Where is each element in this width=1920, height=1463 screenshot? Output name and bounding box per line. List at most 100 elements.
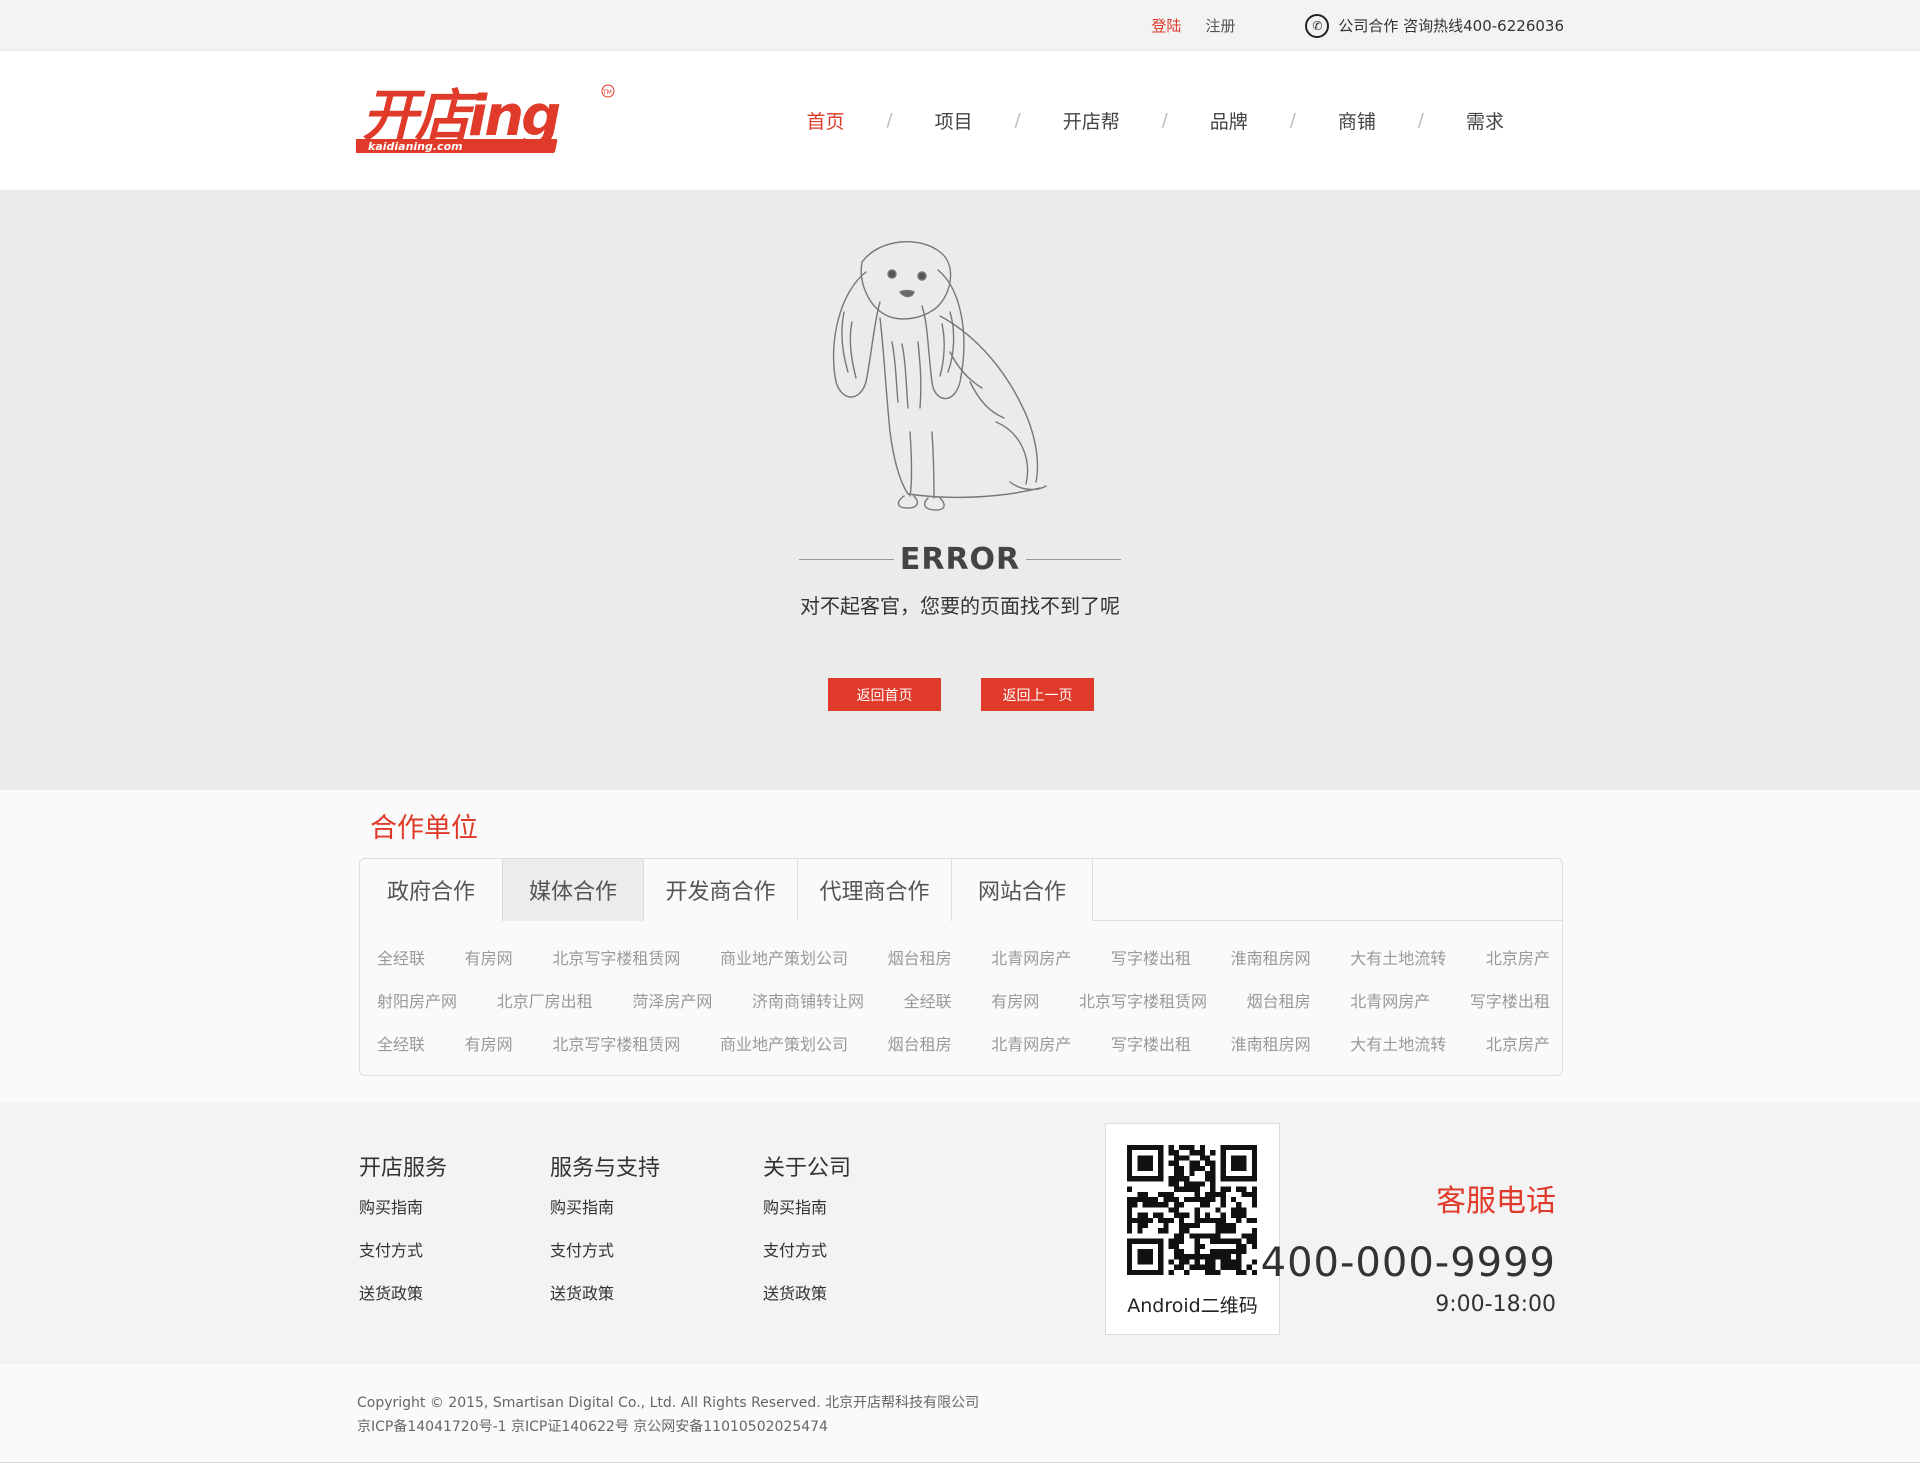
footer-link[interactable]: 送货政策 [359,1280,447,1323]
nav-separator: / [1161,110,1168,131]
register-link[interactable]: 注册 [1205,15,1235,36]
service-hours: 9:00-18:00 [1435,1292,1556,1317]
footer-link[interactable]: 购买指南 [763,1194,851,1237]
partner-link[interactable]: 烟台租房 [1247,988,1311,1012]
main-nav: 首页 / 项目 / 开店帮 / 品牌 / 商铺 / 需求 [787,107,1524,134]
site-logo[interactable]: 开店ing kaidianing.com TM [356,81,616,161]
nav-item-brands[interactable]: 品牌 [1190,107,1268,134]
partner-link[interactable]: 北青网房产 [991,945,1071,969]
copyright-bar: Copyright © 2015, Smartisan Digital Co.,… [0,1364,1920,1463]
nav-item-shops[interactable]: 商铺 [1318,107,1396,134]
tab-developer[interactable]: 开发商合作 [644,859,798,921]
footer-link[interactable]: 支付方式 [359,1237,447,1280]
footer-link[interactable]: 送货政策 [550,1280,660,1323]
qr-label: Android二维码 [1127,1295,1258,1317]
partners-title: 合作单位 [370,813,478,844]
nav-item-kaidianbang[interactable]: 开店帮 [1043,107,1140,134]
partner-link[interactable]: 北青网房产 [991,1031,1071,1055]
partner-link[interactable]: 写字楼出租 [1470,988,1550,1012]
divider [1026,558,1121,560]
partner-link[interactable]: 淮南租房网 [1231,1031,1311,1055]
footer-column-support: 服务与支持 购买指南 支付方式 送货政策 [550,1150,660,1323]
footer-column-about: 关于公司 购买指南 支付方式 送货政策 [763,1150,851,1323]
dog-illustration [832,240,1047,511]
svg-text:TM: TM [602,89,612,96]
partner-link[interactable]: 北京厂房出租 [497,988,593,1012]
partner-link[interactable]: 北青网房产 [1350,988,1430,1012]
footer-column-title: 开店服务 [359,1156,448,1181]
top-bar: 登陆 注册 ✆ 公司合作 咨询热线400-6226036 [0,0,1920,51]
partner-link[interactable]: 商业地产策划公司 [720,1031,848,1055]
partner-link[interactable]: 全经联 [904,988,952,1012]
partners-tabs: 政府合作 媒体合作 开发商合作 代理商合作 网站合作 [360,859,1562,921]
footer-column-title: 服务与支持 [550,1156,661,1181]
tab-media[interactable]: 媒体合作 [503,859,644,921]
partner-link[interactable]: 写字楼出租 [1111,945,1191,969]
back-home-button[interactable]: 返回首页 [828,678,941,711]
partner-links: 全经联 有房网 北京写字楼租赁网 商业地产策划公司 烟台租房 北青网房产 写字楼… [360,921,1562,1064]
tab-agent[interactable]: 代理商合作 [798,859,952,921]
footer-link[interactable]: 送货政策 [763,1280,851,1323]
footer-link[interactable]: 支付方式 [550,1237,660,1280]
nav-separator: / [1289,110,1296,131]
error-hero: ERROR 对不起客官，您要的页面找不到了呢 返回首页 返回上一页 [0,190,1920,790]
nav-item-demand[interactable]: 需求 [1446,107,1524,134]
qr-card: Android二维码 [1105,1123,1280,1335]
error-message: 对不起客官，您要的页面找不到了呢 [800,594,1120,618]
partner-link[interactable]: 有房网 [991,988,1039,1012]
nav-item-home[interactable]: 首页 [787,107,865,134]
footer-link[interactable]: 购买指南 [550,1194,660,1237]
partner-link[interactable]: 北京写字楼租赁网 [552,945,680,969]
partner-link[interactable]: 北京写字楼租赁网 [1079,988,1207,1012]
partner-link[interactable]: 烟台租房 [888,1031,952,1055]
partner-link[interactable]: 济南商铺转让网 [752,988,864,1012]
header: 开店ing kaidianing.com TM 首页 / 项目 / 开店帮 / … [0,51,1920,190]
footer-column-services: 开店服务 购买指南 支付方式 送货政策 [359,1150,447,1323]
partner-link[interactable]: 菏泽房产网 [632,988,712,1012]
logo-graphic: 开店ing kaidianing.com TM [356,84,615,153]
tab-government[interactable]: 政府合作 [360,859,503,921]
service-phone: 400-000-9999 [1260,1240,1556,1286]
partner-link[interactable]: 有房网 [465,1031,513,1055]
footer: 开店服务 购买指南 支付方式 送货政策 服务与支持 购买指南 支付方式 送货政策… [0,1102,1920,1364]
nav-separator: / [1417,110,1424,131]
partners-section: 合作单位 政府合作 媒体合作 开发商合作 代理商合作 网站合作 全经联 有房网 … [0,790,1920,1102]
footer-link[interactable]: 购买指南 [359,1194,447,1237]
tab-website[interactable]: 网站合作 [952,859,1093,921]
partner-link[interactable]: 淮南租房网 [1231,945,1311,969]
error-title: ERROR [899,541,1021,577]
partner-link[interactable]: 射阳房产网 [377,988,457,1012]
partner-link[interactable]: 全经联 [377,1031,425,1055]
footer-column-title: 关于公司 [763,1156,852,1181]
partner-link[interactable]: 烟台租房 [888,945,952,969]
error-title-row: ERROR [799,541,1121,577]
partner-link[interactable]: 大有土地流转 [1350,1031,1446,1055]
customer-service: 客服电话 400-000-9999 9:00-18:00 [1261,1176,1556,1317]
partners-panel: 政府合作 媒体合作 开发商合作 代理商合作 网站合作 全经联 有房网 北京写字楼… [359,858,1563,1076]
nav-separator: / [886,110,893,131]
nav-separator: / [1014,110,1021,131]
phone-icon: ✆ [1305,13,1330,38]
partner-link[interactable]: 北京房产 [1486,945,1550,969]
partner-link[interactable]: 全经联 [377,945,425,969]
copyright-text: Copyright © 2015, Smartisan Digital Co.,… [357,1395,980,1411]
partner-link[interactable]: 北京写字楼租赁网 [552,1031,680,1055]
partner-link-row: 全经联 有房网 北京写字楼租赁网 商业地产策划公司 烟台租房 北青网房产 写字楼… [360,935,1562,978]
footer-link[interactable]: 支付方式 [763,1237,851,1280]
service-title: 客服电话 [1436,1184,1556,1219]
hotline-text: 公司合作 咨询热线400-6226036 [1338,17,1564,35]
go-back-button[interactable]: 返回上一页 [981,678,1094,711]
icp-text: 京ICP备14041720号-1 京ICP证140622号 京公网安备11010… [357,1419,828,1435]
partner-link-row: 全经联 有房网 北京写字楼租赁网 商业地产策划公司 烟台租房 北青网房产 写字楼… [360,1021,1562,1064]
partner-link[interactable]: 大有土地流转 [1350,945,1446,969]
qr-code-icon [1127,1145,1257,1275]
partner-link[interactable]: 商业地产策划公司 [720,945,848,969]
nav-item-projects[interactable]: 项目 [915,107,993,134]
svg-text:kaidianing.com: kaidianing.com [368,140,463,153]
partner-link-row: 射阳房产网 北京厂房出租 菏泽房产网 济南商铺转让网 全经联 有房网 北京写字楼… [360,978,1562,1021]
partner-link[interactable]: 北京房产 [1486,1031,1550,1055]
divider [799,558,894,560]
partner-link[interactable]: 有房网 [465,945,513,969]
login-link[interactable]: 登陆 [1151,15,1181,36]
partner-link[interactable]: 写字楼出租 [1111,1031,1191,1055]
